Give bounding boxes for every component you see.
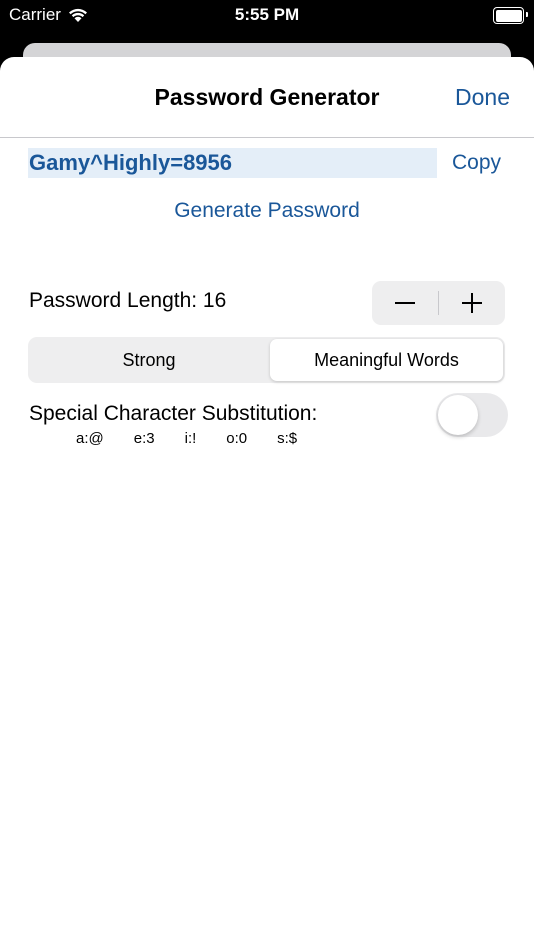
battery-icon <box>493 7 528 24</box>
status-bar: Carrier 5:55 PM <box>0 0 534 34</box>
plus-icon <box>462 293 482 313</box>
copy-button[interactable]: Copy <box>452 151 501 175</box>
substitution-pairs: a:@ e:3 i:! o:0 s:$ <box>76 430 327 447</box>
password-length-label: Password Length: 16 <box>29 289 227 312</box>
increment-button[interactable] <box>439 281 505 325</box>
toggle-knob <box>438 395 478 435</box>
minus-icon <box>395 302 415 304</box>
password-length-stepper[interactable] <box>372 281 505 325</box>
substitution-pair: e:3 <box>133 430 155 447</box>
status-time: 5:55 PM <box>234 5 300 24</box>
substitution-pair: a:@ <box>76 430 104 447</box>
substitution-pair: o:0 <box>226 430 248 447</box>
substitution-pair: i:! <box>184 430 197 447</box>
password-generator-sheet: Password Generator Done Gamy^Highly=8956… <box>0 57 534 950</box>
generated-password-field[interactable]: Gamy^Highly=8956 <box>28 148 437 178</box>
done-button[interactable]: Done <box>455 84 510 111</box>
special-character-substitution-toggle[interactable] <box>436 393 508 437</box>
mode-segmented-control: Strong Meaningful Words <box>28 337 505 383</box>
generate-password-button[interactable]: Generate Password <box>0 199 534 223</box>
decrement-button[interactable] <box>372 281 438 325</box>
special-character-substitution-label: Special Character Substitution: <box>29 402 318 425</box>
page-title: Password Generator <box>154 84 380 110</box>
navigation-bar: Password Generator Done <box>0 57 534 138</box>
substitution-pair: s:$ <box>277 430 298 447</box>
segment-strong[interactable]: Strong <box>30 339 268 381</box>
segment-meaningful-words[interactable]: Meaningful Words <box>270 339 503 381</box>
